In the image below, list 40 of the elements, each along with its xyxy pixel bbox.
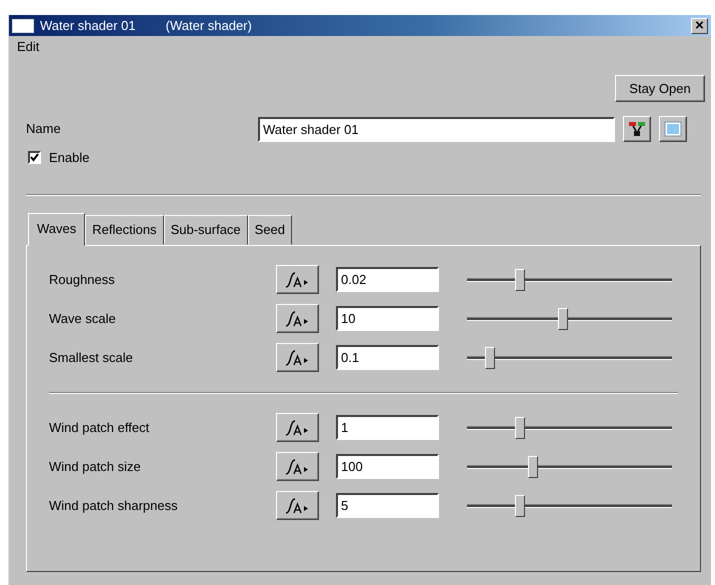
curve-icon[interactable] — [276, 304, 319, 333]
value-field[interactable]: 0.02 — [336, 267, 439, 292]
parameter-label: Wave scale — [49, 310, 117, 328]
slider-thumb[interactable] — [515, 416, 526, 438]
slider-thumb[interactable] — [484, 346, 495, 368]
window-subtitle: (Water shader) — [166, 16, 252, 35]
value-field[interactable]: 100 — [336, 454, 439, 479]
curve-icon[interactable] — [276, 452, 319, 481]
value-field[interactable]: 5 — [336, 493, 439, 518]
preview-icon[interactable] — [659, 116, 687, 142]
parameter-label: Wind patch effect — [49, 418, 150, 437]
value-field[interactable]: 0.1 — [336, 345, 439, 370]
parameter-label: Smallest scale — [49, 348, 134, 367]
value-field[interactable]: 10 — [336, 306, 439, 331]
name-label: Name — [26, 120, 62, 138]
enable-label: Enable — [49, 149, 90, 167]
slider-thumb[interactable] — [515, 494, 526, 516]
curve-icon[interactable] — [276, 343, 319, 372]
enable-checkbox[interactable] — [28, 151, 41, 164]
slider-thumb[interactable] — [528, 456, 538, 478]
parameter-label: Roughness — [49, 270, 116, 289]
tab[interactable]: Reflections — [85, 214, 164, 245]
parameter-label: Wind patch size — [49, 458, 142, 476]
stay-open-button[interactable]: Stay Open — [615, 75, 705, 102]
curve-icon[interactable] — [276, 265, 319, 294]
menu-item[interactable]: Edit — [17, 37, 40, 57]
curve-icon[interactable] — [276, 413, 319, 442]
tab[interactable]: Seed — [248, 214, 292, 245]
window-icon — [12, 18, 34, 32]
curve-icon[interactable] — [276, 491, 319, 520]
value-field[interactable]: 1 — [336, 415, 439, 440]
tab[interactable]: Sub-surface — [164, 214, 248, 245]
name-field[interactable]: Water shader 01 — [258, 116, 615, 142]
slider-thumb[interactable] — [558, 308, 568, 330]
window-title: Water shader 01 — [40, 16, 136, 35]
node-tree-icon[interactable] — [623, 116, 651, 142]
close-button[interactable]: × — [691, 18, 708, 34]
parameter-label: Wind patch sharpness — [49, 496, 179, 515]
slider-thumb[interactable] — [515, 268, 526, 290]
tab[interactable]: Waves — [28, 212, 86, 246]
